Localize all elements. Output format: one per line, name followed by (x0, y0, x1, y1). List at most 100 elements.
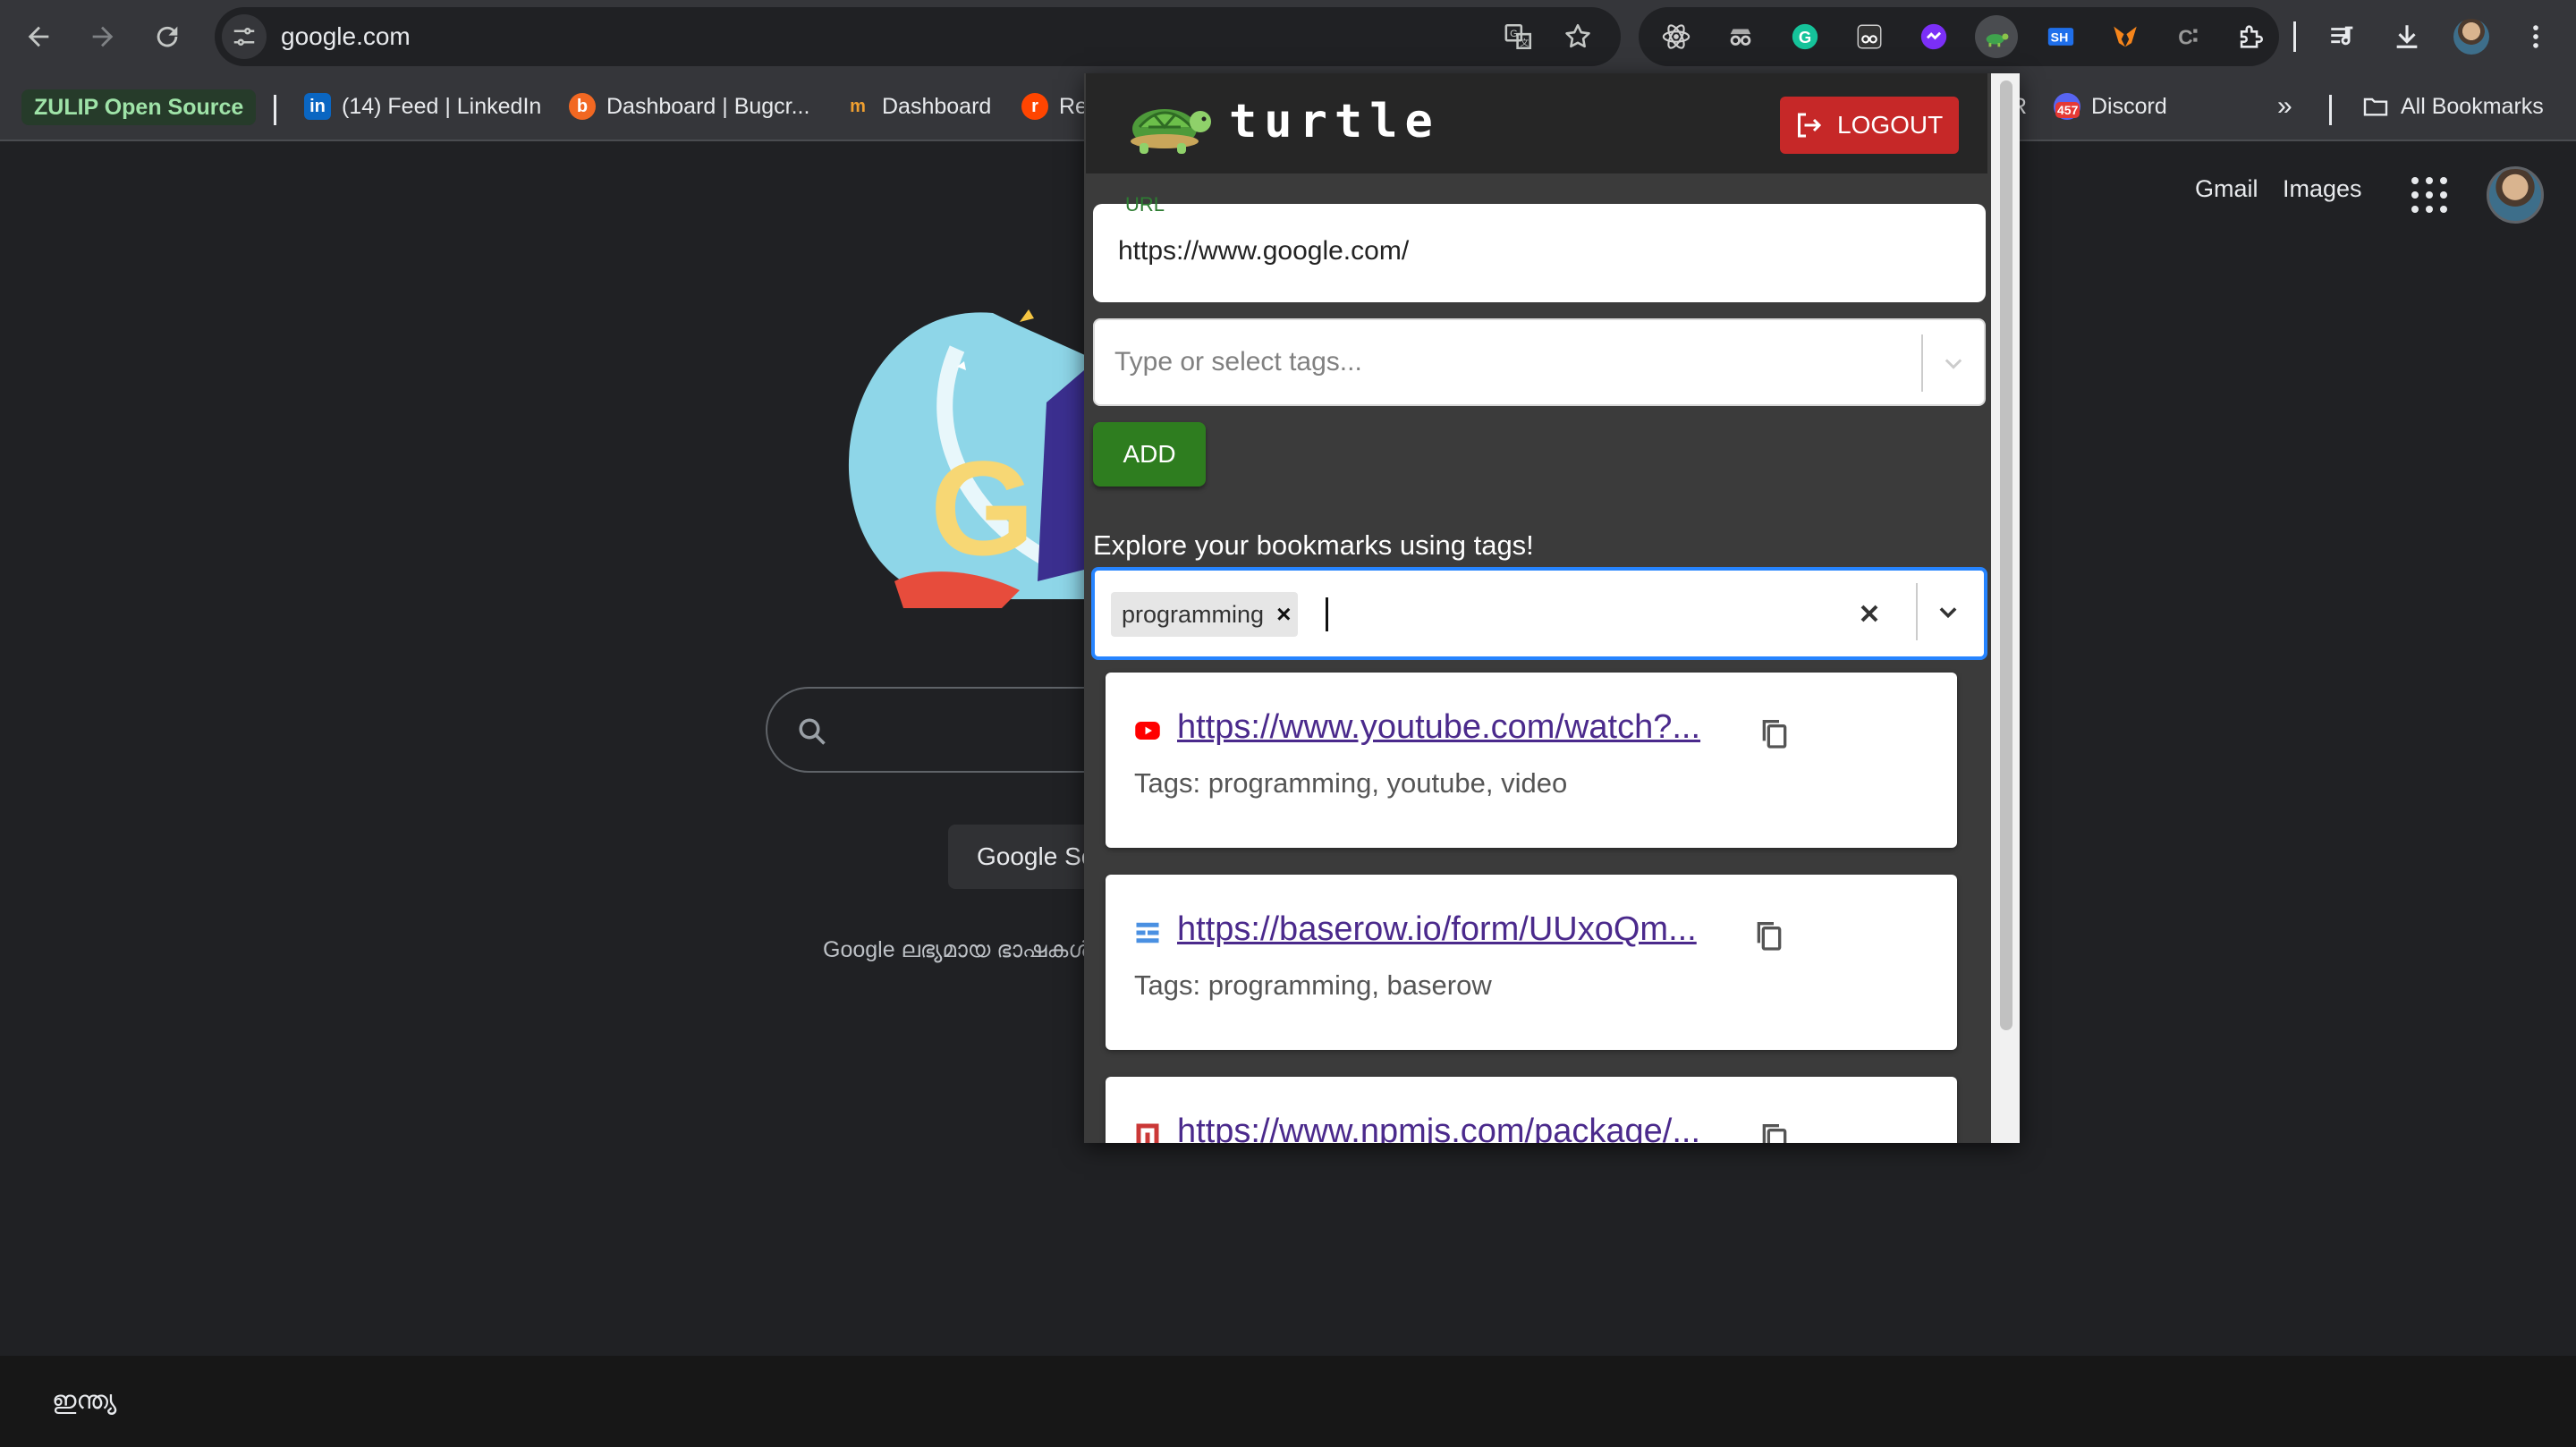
popup-title: turtle (1229, 95, 1440, 148)
turtle-logo-icon (1131, 109, 1211, 154)
explore-heading: Explore your bookmarks using tags! (1093, 529, 1534, 561)
npm-icon (1136, 1123, 1159, 1143)
logout-icon (1798, 113, 1822, 138)
bookmark-link[interactable]: https://www.npmjs.com/package/... (1177, 1113, 1700, 1143)
bookmark-tags: Tags: programming, youtube, video (1134, 767, 1568, 799)
extensions-puzzle-icon[interactable] (2229, 15, 2272, 58)
all-bookmarks-button[interactable]: All Bookmarks (2361, 86, 2544, 127)
bookmark-label: Dashboard (882, 94, 992, 119)
bookmark-linkedin[interactable]: in (14) Feed | LinkedIn (304, 86, 541, 127)
react-devtools-icon[interactable] (1655, 15, 1698, 58)
youtube-icon (1135, 722, 1160, 740)
reader-extension-icon[interactable] (1848, 15, 1891, 58)
bookmark-card: https://www.npmjs.com/package/... (1106, 1077, 1957, 1143)
chevron-down-icon[interactable] (1936, 345, 1971, 381)
google-footer: ഇന്ത്യ (0, 1356, 2576, 1447)
cssviewer-icon[interactable]: C (2168, 15, 2211, 58)
profile-avatar (2453, 19, 2489, 55)
tag-chip: programming × (1111, 592, 1299, 637)
metamask-icon[interactable] (2104, 15, 2147, 58)
remove-tag-icon[interactable]: × (1276, 600, 1291, 629)
back-button[interactable] (14, 13, 63, 61)
clear-icon[interactable] (1855, 599, 1884, 628)
turtle-popup: turtle LOGOUT URL https://www.google.com… (1084, 73, 2020, 1143)
select-separator (1921, 334, 1923, 392)
tags-select[interactable]: Type or select tags... (1093, 318, 1986, 406)
select-separator (1916, 583, 1918, 640)
logout-label: LOGOUT (1837, 111, 1944, 139)
bookmark-discord[interactable]: 457 Discord (2054, 86, 2167, 127)
svg-text:SH: SH (2051, 31, 2069, 46)
bookmark-label: Discord (2091, 94, 2167, 119)
tag-chip-label: programming (1122, 600, 1265, 628)
footer-country: ഇന്ത്യ (52, 1386, 117, 1414)
downloads-button[interactable] (2383, 13, 2431, 61)
bookmark-zulip[interactable]: ZULIP Open Source (21, 89, 257, 125)
address-bar[interactable]: google.com G文 (215, 7, 1621, 66)
google-doodle[interactable]: G (841, 295, 1109, 626)
google-account-avatar[interactable] (2487, 166, 2544, 224)
tags-placeholder: Type or select tags... (1114, 347, 1362, 377)
forward-button[interactable] (79, 13, 127, 61)
add-button[interactable]: ADD (1093, 422, 1206, 487)
bookmark-card: https://www.youtube.com/watch?... Tags: … (1106, 673, 1957, 848)
gmail-link[interactable]: Gmail (2195, 175, 2258, 203)
spy-extension-icon[interactable] (1719, 15, 1762, 58)
google-apps-icon[interactable] (2411, 177, 2447, 213)
bookmark-separator (274, 95, 276, 125)
copy-icon[interactable] (1751, 916, 1787, 955)
url-label: URL (1125, 193, 1165, 216)
reddit-icon: r (1021, 93, 1048, 120)
copy-icon[interactable] (1757, 714, 1792, 753)
tune-icon (233, 28, 255, 46)
media-control-button[interactable] (2318, 13, 2367, 61)
popup-scrollbar[interactable] (1991, 73, 2020, 1143)
toolbar-divider (2293, 21, 2296, 52)
turtle-extension-icon[interactable] (1975, 15, 2018, 58)
tag-filter-select[interactable]: programming × (1091, 567, 1987, 660)
address-text[interactable]: google.com (281, 7, 411, 66)
bugcrowd-icon: b (569, 93, 596, 120)
site-info-button[interactable] (222, 14, 267, 59)
google-language-line: Google ലഭ്യമായ ഭാഷകൾ (823, 937, 1091, 962)
chevron-down-icon[interactable] (1930, 594, 1966, 630)
baserow-icon (1136, 922, 1159, 944)
bookmark-reddit[interactable]: r Re (1021, 86, 1088, 127)
sh-extension-icon[interactable]: SH (2039, 15, 2082, 58)
bookmark-link[interactable]: https://www.youtube.com/watch?... (1177, 708, 1700, 747)
popup-header: turtle LOGOUT (1086, 73, 1987, 173)
bookmark-bugcrowd[interactable]: b Dashboard | Bugcr... (569, 86, 809, 127)
arrow-right-icon (92, 26, 114, 47)
bookmark-label: Dashboard | Bugcr... (606, 94, 810, 119)
text-caret (1326, 597, 1328, 631)
copy-icon[interactable] (1757, 1118, 1792, 1143)
svg-text:C: C (2178, 26, 2192, 49)
bookmark-separator (2329, 95, 2332, 125)
url-field[interactable]: URL https://www.google.com/ (1093, 193, 1986, 302)
logout-button[interactable]: LOGOUT (1780, 97, 1959, 154)
bookmark-star-icon[interactable] (1560, 19, 1596, 55)
reload-icon (157, 26, 178, 47)
bookmark-card: https://baserow.io/form/UUxoQm... Tags: … (1106, 875, 1957, 1050)
extensions-area: G SH C (1639, 7, 2279, 66)
browser-toolbar: google.com G文 G SH C (0, 0, 2576, 73)
images-link[interactable]: Images (2283, 175, 2362, 203)
search-icon (799, 718, 826, 745)
arrow-left-icon (28, 26, 49, 47)
browser-menu-button[interactable] (2512, 13, 2560, 61)
bookmark-tags: Tags: programming, baserow (1134, 969, 1492, 1001)
screen: google.com G文 G SH C ZULIP Open Source i… (0, 0, 2576, 1447)
svg-text:文: 文 (1520, 37, 1529, 48)
bookmarks-overflow-chevron-icon[interactable]: » (2277, 86, 2292, 127)
profile-button[interactable] (2447, 13, 2496, 61)
popup-scrollbar-thumb[interactable] (2000, 80, 2012, 1030)
reload-button[interactable] (143, 13, 191, 61)
translate-icon[interactable]: G文 (1501, 19, 1537, 55)
bookmark-link[interactable]: https://baserow.io/form/UUxoQm... (1177, 910, 1697, 949)
purple-extension-icon[interactable] (1912, 15, 1955, 58)
discord-badge: 457 (2055, 102, 2080, 118)
bookmark-dashboard[interactable]: m Dashboard (844, 86, 991, 127)
grammarly-icon[interactable]: G (1784, 15, 1826, 58)
more-vertical-icon (2533, 25, 2538, 48)
url-value[interactable]: https://www.google.com/ (1118, 236, 1409, 267)
